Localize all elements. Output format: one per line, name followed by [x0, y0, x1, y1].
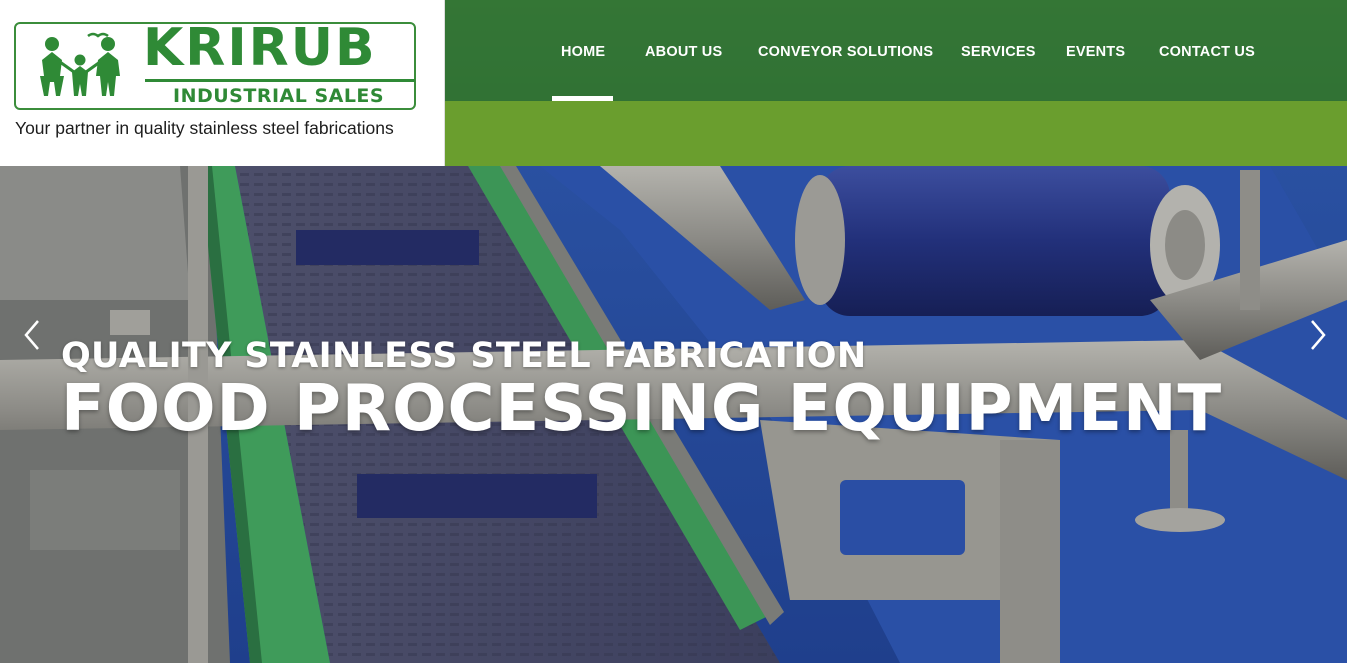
- chevron-left-icon: [24, 320, 39, 350]
- logo-underline: [145, 79, 415, 82]
- chevron-right-icon: [1311, 320, 1326, 350]
- nav-green-strip: [445, 101, 1347, 166]
- slider-next-button[interactable]: [1302, 318, 1332, 352]
- logo-name: KRIRUB: [143, 18, 377, 78]
- slide-title: FOOD PROCESSING EQUIPMENT: [61, 372, 1223, 446]
- nav-item-contact-us[interactable]: CONTACT US: [1159, 44, 1255, 60]
- logo-tagline: Your partner in quality stainless steel …: [15, 118, 394, 138]
- nav-active-indicator: [552, 96, 613, 101]
- slide-subtitle: QUALITY STAINLESS STEEL FABRICATION: [61, 336, 867, 376]
- nav-item-services[interactable]: SERVICES: [961, 44, 1036, 60]
- site-logo[interactable]: KRIRUB INDUSTRIAL SALES Your partner in …: [0, 0, 445, 166]
- slider-prev-button[interactable]: [18, 318, 48, 352]
- nav-item-home[interactable]: HOME: [561, 44, 605, 60]
- nav-item-about-us[interactable]: ABOUT US: [645, 44, 722, 60]
- family-logo-icon: [40, 32, 120, 96]
- nav-item-events[interactable]: EVENTS: [1066, 44, 1125, 60]
- logo-subtitle: INDUSTRIAL SALES: [173, 85, 385, 107]
- nav-item-conveyor-solutions[interactable]: CONVEYOR SOLUTIONS: [758, 44, 933, 60]
